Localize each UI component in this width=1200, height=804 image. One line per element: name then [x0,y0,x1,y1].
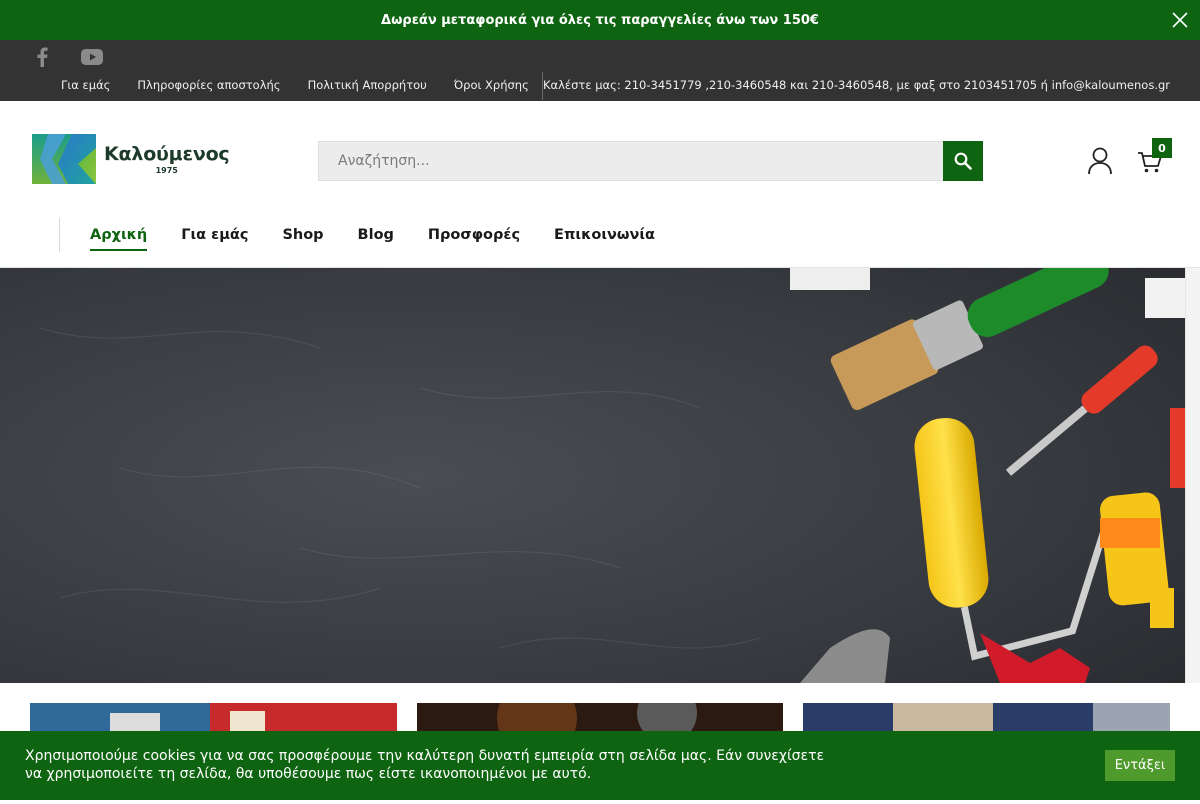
nav-item-blog[interactable]: Blog [358,227,394,251]
hero-image [0,268,1185,683]
nav-item-shop[interactable]: Shop [282,227,323,251]
nav-item-about[interactable]: Για εμάς [181,227,248,251]
social-links [30,46,104,68]
top-link-terms[interactable]: Όροι Χρήσης [454,78,529,92]
logo-year: 1975 [155,166,178,175]
logo-name: Καλούμενος [104,143,230,165]
search-input[interactable] [318,141,943,181]
account-button[interactable] [1087,147,1113,175]
facebook-icon[interactable] [30,46,54,68]
nav-item-home[interactable]: Αρχική [90,227,148,251]
nav-item-contact[interactable]: Επικοινωνία [554,227,655,251]
nav-divider [59,218,60,252]
cookie-accept-button[interactable]: Εντάξει [1105,750,1175,781]
cookie-message: Χρησιμοποιούμε cookies για να σας προσφέ… [25,748,825,782]
logo-mark-icon [32,134,96,184]
top-bar: Για εμάς Πληροφορίες αποστολής Πολιτική … [0,40,1200,101]
user-icon [1088,147,1112,175]
main-nav: Αρχική Για εμάς Shop Blog Προσφορές Επικ… [90,227,689,251]
top-link-privacy-policy[interactable]: Πολιτική Απορρήτου [308,78,427,92]
site-header: Καλούμενος 1975 0 Αρχική Για εμάς Shop [0,101,1200,268]
search-button[interactable] [943,141,983,181]
hero-banner [0,268,1185,683]
search-icon [954,152,972,170]
search-bar [318,141,983,181]
top-links: Για εμάς Πληροφορίες αποστολής Πολιτική … [61,78,556,92]
nav-item-offers[interactable]: Προσφορές [428,227,520,251]
promo-bar: Δωρεάν μεταφορικά για όλες τις παραγγελί… [0,0,1200,40]
logo[interactable]: Καλούμενος 1975 [32,134,230,184]
cart-count-badge: 0 [1152,138,1172,158]
promo-text: Δωρεάν μεταφορικά για όλες τις παραγγελί… [381,12,819,28]
cookie-banner: Χρησιμοποιούμε cookies για να σας προσφέ… [0,731,1200,800]
top-link-shipping-info[interactable]: Πληροφορίες αποστολής [137,78,280,92]
logo-text: Καλούμενος 1975 [104,143,230,175]
top-link-about[interactable]: Για εμάς [61,78,110,92]
close-icon[interactable] [1172,12,1188,28]
page-scrollbar[interactable] [1185,268,1200,683]
contact-info: Καλέστε μας: 210-3451779 ,210-3460548 κα… [543,78,1170,92]
youtube-icon[interactable] [80,46,104,68]
